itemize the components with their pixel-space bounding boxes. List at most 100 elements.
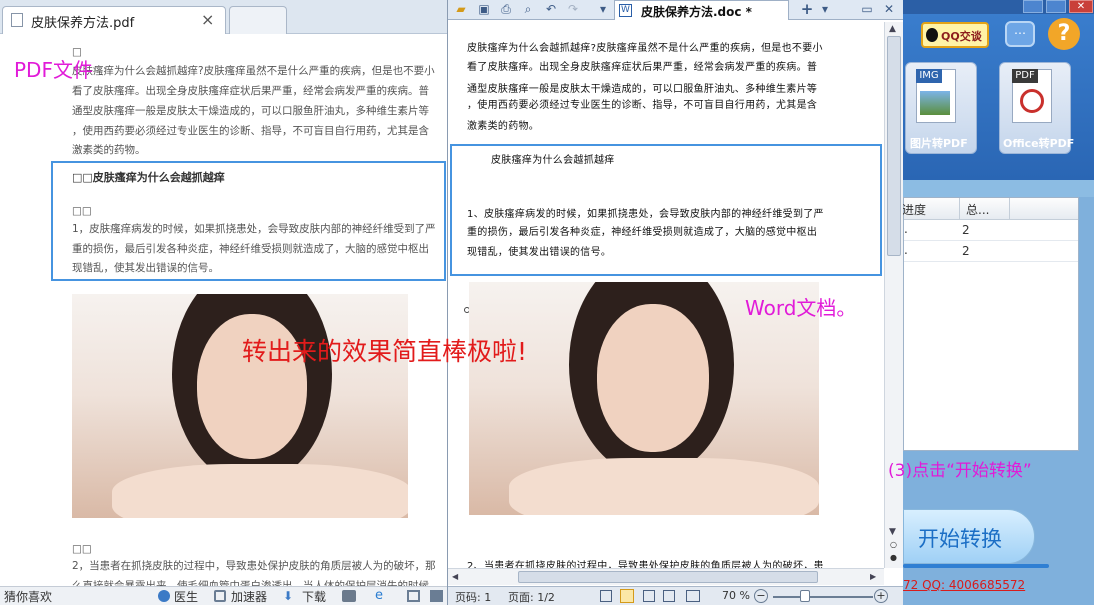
pdf-photo [72, 294, 408, 518]
close-doc-icon[interactable]: ✕ [880, 1, 898, 18]
qq-chat-button[interactable]: QQ交谈 [921, 22, 989, 48]
pdf-page-content: □ 皮肤瘙痒为什么会越抓越痒?皮肤瘙痒虽然不是什么严重的疾病，但是也不要小 看了… [0, 34, 447, 586]
table-header: 进度 总... [903, 198, 1078, 220]
maximize-window-icon[interactable] [1046, 0, 1066, 13]
hscroll-thumb[interactable] [518, 571, 818, 583]
zoom-slider-thumb[interactable] [800, 590, 810, 602]
scroll-up-icon[interactable]: ▲ [889, 24, 896, 34]
column-divider [1009, 198, 1010, 220]
app-header: ✕ QQ交谈 ⋯ ? IMG 图片转PDF PDF Office转PDF [903, 0, 1094, 180]
guess-you-like-link[interactable]: 猜你喜欢 [4, 588, 52, 605]
start-conversion-label: 开始转换 [918, 527, 1002, 551]
start-button-underline [903, 564, 1049, 568]
word-horizontal-scrollbar[interactable]: ◀ ▶ [448, 568, 884, 585]
p2p-icon[interactable] [342, 590, 356, 602]
close-window-icon[interactable]: ✕ [1069, 0, 1093, 13]
fullscreen-icon[interactable] [430, 590, 443, 602]
word-status-bar: 页码: 1 页面: 1/2 70 % − + [448, 586, 904, 605]
pdf-viewer-window: 皮肤保养方法.pdf × □ 皮肤瘙痒为什么会越抓越痒?皮肤瘙痒虽然不是什么严重… [0, 0, 447, 605]
image-to-pdf-button[interactable]: IMG 图片转PDF [905, 62, 977, 154]
pdf-status-bar: 猜你喜欢 医生 加速器 ⬇ 下载 e [0, 586, 447, 605]
photo-arms [509, 458, 819, 515]
scroll-thumb[interactable] [887, 36, 901, 256]
help-icon[interactable]: ? [1048, 18, 1080, 50]
tab-list-icon[interactable]: ▾ [816, 1, 834, 18]
scroll-right-icon[interactable]: ▶ [870, 572, 876, 581]
message-bubble-icon[interactable]: ⋯ [1005, 21, 1035, 47]
new-document-icon[interactable]: + [798, 1, 816, 18]
accelerator-button[interactable]: 加速器 [231, 588, 267, 605]
zoom-slider-track[interactable] [773, 596, 873, 598]
download-button[interactable]: 下载 [302, 588, 326, 605]
view-mode-icon[interactable] [600, 590, 612, 602]
minimize-window-icon[interactable] [1023, 0, 1043, 13]
qq-penguin-icon [926, 28, 938, 42]
print-icon[interactable]: ⎙ [497, 1, 515, 18]
scroll-left-icon[interactable]: ◀ [452, 572, 458, 581]
pdf-paragraph-line: 激素类的药物。 [72, 144, 146, 156]
pdf-tab-title: 皮肤保养方法.pdf [31, 16, 135, 31]
browser-icon[interactable]: e [375, 588, 383, 603]
acrobat-icon [1020, 89, 1044, 113]
word-paragraph-line: 看了皮肤瘙痒。出现全身皮肤瘙痒症状后果严重，经常会病发严重的疾病。普 [467, 62, 818, 73]
minimize-doc-icon[interactable]: ▭ [858, 1, 876, 18]
undo-icon[interactable]: ↶ [542, 1, 560, 18]
window-icon[interactable] [407, 590, 420, 602]
doctor-button[interactable]: 医生 [174, 588, 198, 605]
reading-view-icon[interactable] [686, 590, 700, 602]
word-highlight-box [450, 144, 882, 276]
pdf-highlight-box [51, 161, 446, 281]
column-divider [959, 198, 960, 220]
pdf-document-tab[interactable]: 皮肤保养方法.pdf × [2, 6, 226, 34]
qq-chat-label: QQ交谈 [941, 30, 982, 43]
close-tab-icon[interactable]: × [201, 10, 214, 29]
word-file-label: Word文档。 [745, 296, 857, 320]
word-vertical-scrollbar[interactable]: ▲ ▼ ○ ● [884, 22, 903, 568]
outline-view-icon[interactable] [643, 590, 655, 602]
row-progress-cell: . [904, 243, 908, 257]
step-instruction: (3)点击“开始转换” [888, 461, 1032, 481]
converter-app-panel: ✕ QQ交谈 ⋯ ? IMG 图片转PDF PDF Office转PDF 进度 … [903, 0, 1094, 605]
zoom-out-icon[interactable]: − [754, 589, 768, 603]
page-number: 页码: 1 [455, 591, 492, 604]
pdf-badge: PDF [1012, 69, 1038, 83]
photo-arms [112, 464, 408, 518]
word-document-tab[interactable]: W 皮肤保养方法.doc * [614, 0, 789, 20]
table-row[interactable]: . 2 [904, 241, 1078, 262]
word-doc-icon: W [619, 4, 632, 17]
img-badge: IMG [916, 69, 942, 83]
save-icon[interactable]: ▣ [475, 1, 493, 18]
start-conversion-button[interactable]: 开始转换 [903, 509, 1035, 564]
word-tab-title: 皮肤保养方法.doc * [641, 5, 752, 19]
new-tab-button[interactable] [229, 6, 287, 34]
redo-icon[interactable]: ↷ [564, 1, 582, 18]
doctor-icon [158, 590, 170, 602]
open-folder-icon[interactable]: ▰ [452, 1, 470, 18]
zoom-in-icon[interactable]: + [874, 589, 888, 603]
row-progress-cell: . [904, 222, 908, 236]
landscape-icon [920, 91, 950, 115]
pdf-paragraph-line: 通型皮肤瘙痒一般是皮肤太干燥造成的，可以口服鱼肝油丸，多种维生素片等 [72, 105, 429, 117]
column-progress[interactable]: 进度 [903, 201, 926, 218]
office-to-pdf-label: Office转PDF [1003, 137, 1075, 150]
effect-caption: 转出来的效果简直棒极啦! [242, 337, 528, 366]
photo-face [597, 304, 709, 452]
page-view-icon[interactable] [620, 589, 634, 603]
scroll-down-icon[interactable]: ▼ [889, 527, 896, 537]
office-to-pdf-button[interactable]: PDF Office转PDF [999, 62, 1075, 154]
column-total[interactable]: 总... [966, 201, 989, 218]
row-total-cell: 2 [962, 244, 970, 258]
web-view-icon[interactable] [663, 590, 675, 602]
table-row[interactable]: . 2 [904, 220, 1078, 241]
next-page-icon[interactable]: ● [890, 553, 897, 562]
document-icon [11, 13, 23, 27]
pdf-paragraph-line: 么直接就会暴露出来，使毛细血管中蛋白渗透出，当人体的保护层消失的时候 [72, 580, 429, 586]
qq-contact-link[interactable]: 72 QQ: 4006685572 [903, 578, 1025, 592]
pdf-paragraph-line: 皮肤瘙痒为什么会越抓越痒?皮肤瘙痒虽然不是什么严重的疾病，但是也不要小 [72, 65, 435, 77]
print-preview-icon[interactable]: ⌕ [519, 1, 537, 18]
pdf-tab-bar: 皮肤保养方法.pdf × [0, 0, 447, 34]
toolbar-dropdown-icon[interactable]: ▾ [594, 1, 612, 18]
prev-page-icon[interactable]: ○ [890, 540, 897, 549]
pdf-paragraph-line: 看了皮肤瘙痒。出现全身皮肤瘙痒症状后果严重，经常会病发严重的疾病。普 [72, 85, 429, 97]
conversion-file-list[interactable]: 进度 总... . 2 . 2 [903, 197, 1079, 451]
